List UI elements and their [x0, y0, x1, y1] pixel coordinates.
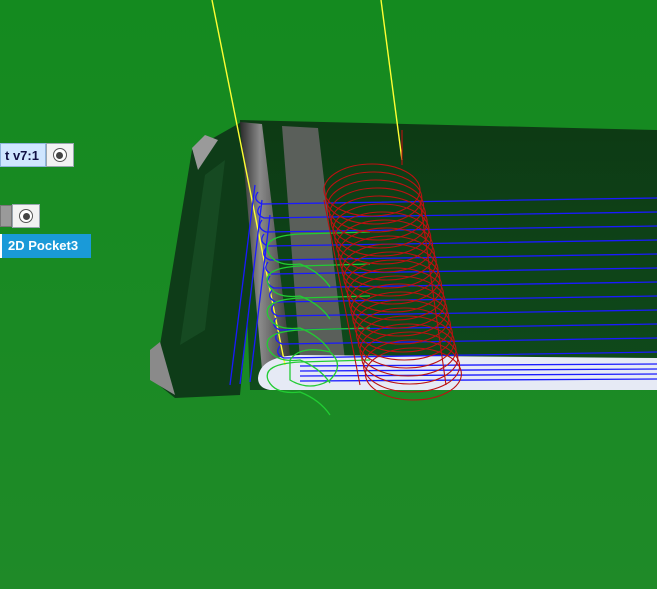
- operation-label-1[interactable]: t v7:1: [0, 143, 74, 167]
- eye-icon: [52, 148, 67, 162]
- visibility-toggle-2[interactable]: [12, 204, 40, 228]
- operation-label-3-text[interactable]: 2D Pocket3: [0, 234, 92, 258]
- operation-label-2[interactable]: [0, 204, 40, 228]
- visibility-toggle-1[interactable]: [45, 143, 74, 167]
- operation-label-1-text[interactable]: t v7:1: [0, 143, 46, 167]
- model-canvas[interactable]: [0, 0, 657, 589]
- 3d-viewport[interactable]: t v7:1 2D Pocket3: [0, 0, 657, 589]
- operation-label-3[interactable]: 2D Pocket3: [0, 234, 92, 258]
- eye-icon: [19, 209, 33, 223]
- operation-label-2-swatch: [0, 205, 12, 227]
